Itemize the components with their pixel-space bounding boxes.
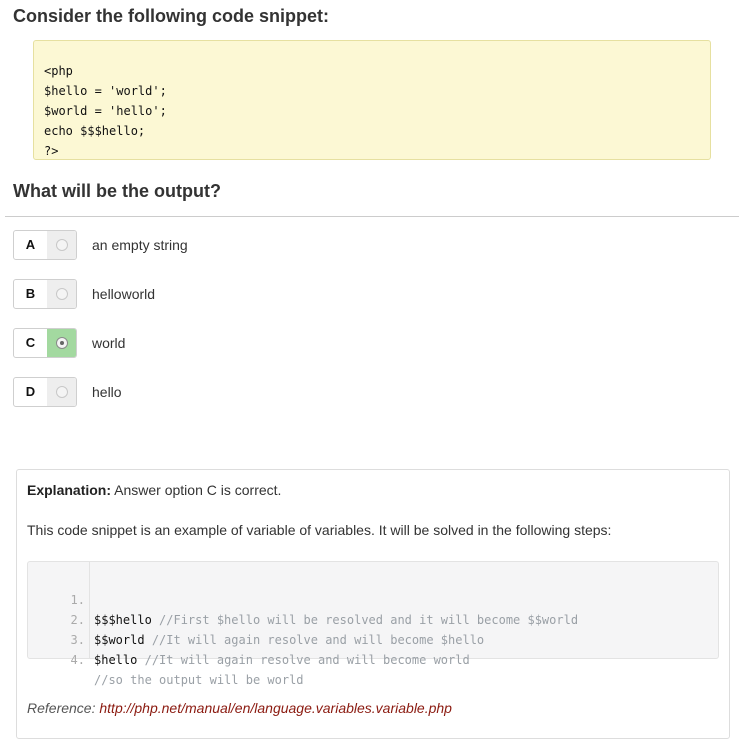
code-line: <php bbox=[44, 64, 73, 78]
code-line: $hello = 'world'; bbox=[44, 84, 167, 98]
code-step: 4. //so the output will be world bbox=[28, 630, 718, 687]
code-line: ?> bbox=[44, 144, 59, 158]
divider bbox=[5, 216, 739, 217]
code-step: 1. $$$hello //First $hello will be resol… bbox=[28, 570, 718, 627]
option-c[interactable]: C world bbox=[13, 328, 413, 358]
option-text: hello bbox=[92, 384, 122, 400]
radio-button[interactable] bbox=[56, 386, 68, 398]
radio-button-selected[interactable] bbox=[56, 337, 68, 349]
code-step: 3. $hello //It will again resolve and wi… bbox=[28, 610, 718, 667]
explanation-label: Explanation: bbox=[27, 482, 112, 498]
option-c-control[interactable]: C bbox=[13, 328, 77, 358]
option-a[interactable]: A an empty string bbox=[13, 230, 413, 260]
option-radio-cell[interactable] bbox=[47, 329, 76, 357]
option-text: helloworld bbox=[92, 286, 156, 302]
radio-button[interactable] bbox=[56, 239, 68, 251]
option-radio-cell[interactable] bbox=[47, 280, 76, 308]
code-text: //so the output will be world bbox=[94, 670, 304, 690]
option-a-control[interactable]: A bbox=[13, 230, 77, 260]
option-d-control[interactable]: D bbox=[13, 377, 77, 407]
explanation-text: Answer option C is correct. bbox=[114, 482, 282, 498]
option-b-control[interactable]: B bbox=[13, 279, 77, 309]
option-letter: D bbox=[14, 378, 48, 406]
explanation-description: This code snippet is an example of varia… bbox=[27, 522, 612, 538]
option-text: world bbox=[92, 335, 126, 351]
explanation-panel: Explanation: Answer option C is correct.… bbox=[16, 469, 730, 739]
code-comment: //It will again resolve and will become … bbox=[144, 653, 470, 667]
reference-label: Reference: bbox=[27, 700, 96, 716]
option-d[interactable]: D hello bbox=[13, 377, 413, 407]
code-comment: //so the output will be world bbox=[94, 673, 304, 687]
code-step: 2. $$world //It will again resolve and w… bbox=[28, 590, 718, 647]
reference-link[interactable]: http://php.net/manual/en/language.variab… bbox=[99, 700, 452, 716]
option-letter: A bbox=[14, 231, 48, 259]
code-steps: 1. $$$hello //First $hello will be resol… bbox=[27, 561, 719, 687]
line-number: 4. bbox=[70, 653, 85, 667]
explanation-summary: Explanation: Answer option C is correct. bbox=[27, 482, 281, 498]
option-letter: C bbox=[14, 329, 48, 357]
code-line: $world = 'hello'; bbox=[44, 104, 167, 118]
option-letter: B bbox=[14, 280, 48, 308]
option-text: an empty string bbox=[92, 237, 188, 253]
reference: Reference: http://php.net/manual/en/lang… bbox=[27, 700, 452, 716]
option-radio-cell[interactable] bbox=[47, 378, 76, 406]
radio-button[interactable] bbox=[56, 288, 68, 300]
code-line: echo $$$hello; bbox=[44, 124, 146, 138]
option-radio-cell[interactable] bbox=[47, 231, 76, 259]
question-title: Consider the following code snippet: bbox=[13, 6, 330, 26]
question-prompt: What will be the output? bbox=[13, 181, 221, 201]
option-b[interactable]: B helloworld bbox=[13, 279, 413, 309]
code-snippet: <php $hello = 'world'; $world = 'hello';… bbox=[33, 40, 711, 160]
code-variable: $hello bbox=[94, 653, 138, 667]
code-text: $hello //It will again resolve and will … bbox=[94, 650, 470, 670]
